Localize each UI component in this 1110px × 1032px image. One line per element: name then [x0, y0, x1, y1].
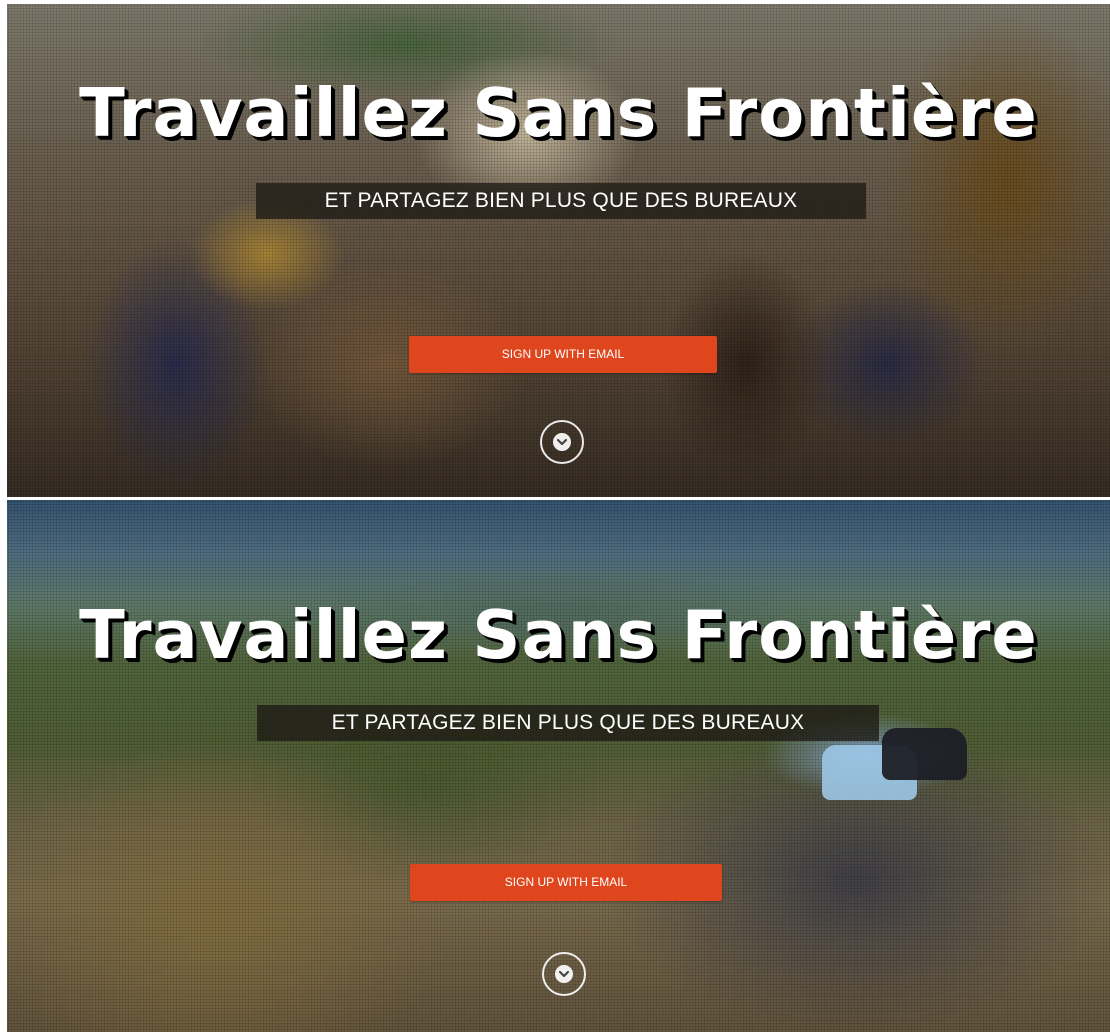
scroll-down-button[interactable] — [540, 420, 584, 464]
sign-up-email-button[interactable]: SIGN UP WITH EMAIL — [410, 864, 722, 901]
chevron-down-icon — [558, 970, 570, 978]
chevron-down-icon — [556, 438, 568, 446]
hero-subtitle: ET PARTAGEZ BIEN PLUS QUE DES BUREAUX — [257, 705, 879, 741]
scroll-down-button[interactable] — [542, 952, 586, 996]
car-illustration — [882, 728, 967, 780]
hero-subtitle: ET PARTAGEZ BIEN PLUS QUE DES BUREAUX — [256, 183, 866, 219]
sign-up-email-button[interactable]: SIGN UP WITH EMAIL — [409, 336, 717, 373]
hero-title: Travaillez Sans Frontière — [79, 596, 1038, 674]
hero-section-festival: Travaillez Sans Frontière ET PARTAGEZ BI… — [7, 4, 1110, 497]
hero-title: Travaillez Sans Frontière — [79, 74, 1038, 152]
hero-section-mountains: Travaillez Sans Frontière ET PARTAGEZ BI… — [7, 500, 1110, 1032]
